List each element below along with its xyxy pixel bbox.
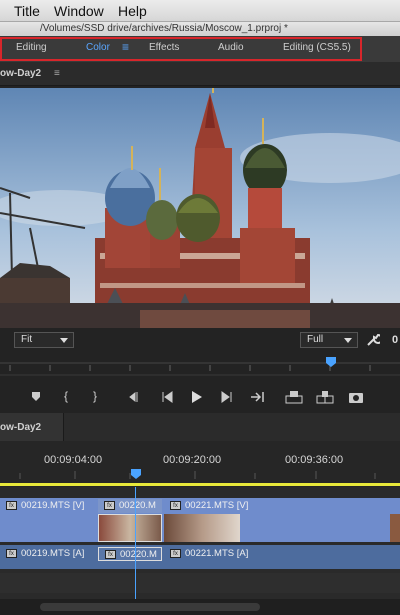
zoom-dropdown[interactable]: Fit	[14, 332, 74, 348]
monitor-controls: Fit Full 0	[0, 328, 400, 353]
scrollbar-thumb[interactable]	[40, 603, 260, 611]
mark-in-icon[interactable]: {	[64, 389, 68, 403]
clip-label: 00221.MTS [V]	[185, 500, 249, 511]
timeline-title: ow-Day2	[0, 422, 42, 433]
extract-icon[interactable]	[316, 390, 334, 404]
zoom-value: Fit	[21, 334, 33, 345]
workspace-tab-effects[interactable]: Effects	[149, 42, 179, 53]
step-back-icon[interactable]	[160, 391, 174, 403]
clip-label: 00220.M	[119, 500, 156, 511]
program-monitor-video	[0, 88, 400, 328]
video-thumbnail	[390, 514, 400, 542]
workspace-menu-icon[interactable]: ≡	[122, 40, 129, 54]
timeline-ruler[interactable]: 00:09:04:00 00:09:20:00 00:09:36:00	[0, 441, 400, 487]
menu-title[interactable]: Title	[14, 3, 40, 19]
clip-label: 00220.M	[120, 549, 157, 560]
timeline-playhead-line[interactable]	[135, 487, 136, 599]
video-clip-00219[interactable]: fx 00219.MTS [V]	[0, 499, 96, 513]
monitor-time-ruler[interactable]	[0, 353, 400, 383]
video-thumbnail	[98, 514, 162, 542]
clip-label: 00219.MTS [V]	[21, 500, 85, 511]
fx-badge: fx	[170, 500, 181, 510]
step-forward-icon[interactable]	[220, 391, 234, 403]
timeline-playhead-head	[131, 469, 141, 479]
workspace-tab-editing[interactable]: Editing	[16, 42, 47, 53]
work-area-bar	[0, 483, 400, 486]
marker-icon[interactable]	[30, 390, 42, 402]
fx-badge: fx	[104, 500, 115, 510]
play-icon[interactable]	[190, 390, 204, 404]
chevron-down-icon	[344, 338, 352, 343]
lift-icon[interactable]	[285, 390, 303, 404]
camera-icon[interactable]	[348, 390, 364, 404]
workspace-bar: Editing Color ≡ Effects Audio Editing (C…	[0, 36, 400, 62]
timeline-tracks: fx 00219.MTS [V] fx 00220.M fx 00221.MTS [V…	[0, 487, 400, 615]
workspace-tab-audio[interactable]: Audio	[218, 42, 244, 53]
fx-badge: fx	[6, 500, 17, 510]
menu-help[interactable]: Help	[118, 3, 147, 19]
window-title-bar: /Volumes/SSD drive/archives/Russia/Mosco…	[0, 22, 400, 36]
workspace-tab-color[interactable]: Color	[86, 42, 110, 53]
resolution-value: Full	[307, 334, 324, 345]
timecode-partial: 0	[392, 334, 399, 346]
transport-controls: { }	[0, 383, 400, 411]
audio-clip-00219[interactable]: fx 00219.MTS [A]	[0, 547, 96, 561]
program-monitor-title[interactable]: ow-Day2	[0, 68, 41, 79]
audio-clip-00221[interactable]: fx 00221.MTS [A]	[164, 547, 388, 561]
fx-badge: fx	[170, 548, 181, 558]
project-path: /Volumes/SSD drive/archives/Russia/Mosco…	[40, 23, 288, 34]
fx-badge: fx	[105, 549, 116, 559]
resolution-dropdown[interactable]: Full	[300, 332, 358, 348]
timeline-ruler-ticks	[0, 469, 400, 486]
mark-out-icon[interactable]: }	[93, 389, 97, 403]
cathedral-image	[0, 88, 400, 328]
workspace-tab-editing-cs55[interactable]: Editing (CS5.5)	[283, 42, 351, 53]
video-clip-00220[interactable]: fx 00220.M	[98, 499, 162, 513]
monitor-playhead	[326, 357, 336, 367]
panel-menu-icon[interactable]: ≡	[54, 68, 60, 79]
go-to-in-icon[interactable]	[128, 391, 142, 403]
chevron-down-icon	[60, 338, 68, 343]
clip-label: 00219.MTS [A]	[21, 548, 85, 559]
horizontal-scrollbar[interactable]	[0, 599, 400, 615]
wrench-icon[interactable]	[366, 333, 380, 347]
fx-badge: fx	[6, 548, 17, 558]
timeline-header: ow-Day2	[0, 413, 400, 441]
audio-clip-00220[interactable]: fx 00220.M	[98, 547, 162, 561]
go-to-out-icon[interactable]	[250, 391, 266, 403]
timeline-tab[interactable]: ow-Day2	[0, 413, 64, 441]
menu-window[interactable]: Window	[54, 3, 104, 19]
ruler-ticks	[0, 357, 400, 376]
video-clip-00221[interactable]: fx 00221.MTS [V]	[164, 499, 388, 513]
program-monitor-header: ow-Day2 ≡	[0, 62, 400, 86]
menu-bar: Title Window Help	[0, 0, 400, 22]
video-thumbnail	[164, 514, 240, 542]
clip-label: 00221.MTS [A]	[185, 548, 249, 559]
empty-track	[0, 573, 400, 593]
